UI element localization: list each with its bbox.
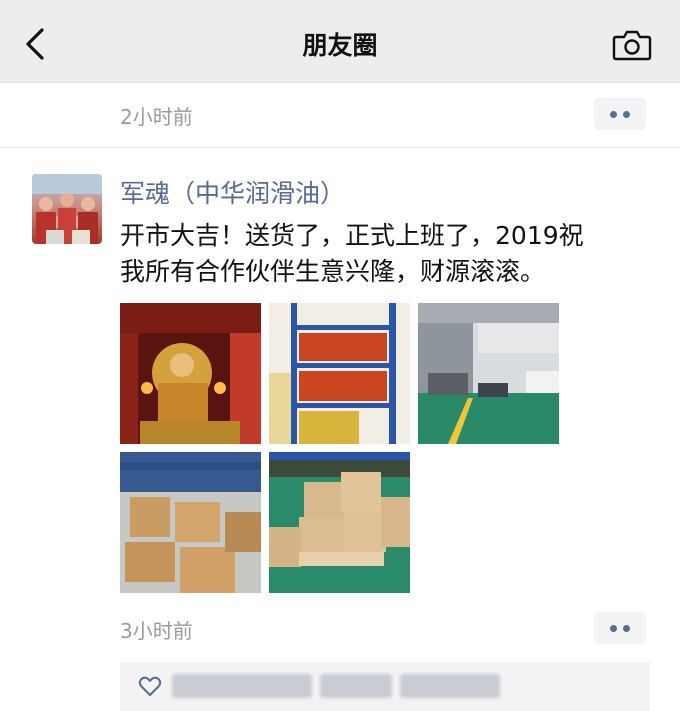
liker-name-blurred[interactable] bbox=[400, 674, 500, 698]
dot-icon bbox=[610, 624, 617, 632]
avatar[interactable] bbox=[32, 174, 102, 244]
shrine-photo bbox=[120, 303, 261, 444]
prev-post-time: 2小时前 bbox=[120, 105, 193, 129]
post-divider bbox=[0, 147, 680, 148]
garage-photo bbox=[418, 303, 559, 444]
warehouse-boxes-photo bbox=[120, 452, 261, 593]
post-text: 开市大吉！送货了，正式上班了，2019祝 我所有合作伙伴生意兴隆，财源滚滚。 bbox=[120, 221, 584, 286]
camera-icon[interactable] bbox=[612, 28, 652, 62]
top-navbar: 朋友圈 bbox=[0, 0, 680, 83]
post-more-button[interactable] bbox=[594, 612, 646, 644]
dot-icon bbox=[610, 110, 617, 118]
post-photo-5[interactable] bbox=[269, 452, 410, 593]
post-photo-4[interactable] bbox=[120, 452, 261, 593]
post-username[interactable]: 军魂（中华润滑油） bbox=[120, 174, 345, 210]
avatar-image bbox=[32, 174, 102, 244]
stacked-boxes-photo bbox=[269, 452, 410, 593]
liker-name-blurred[interactable] bbox=[172, 674, 312, 698]
dot-icon bbox=[623, 624, 630, 632]
heart-icon[interactable] bbox=[138, 675, 162, 697]
oil-shelf-photo bbox=[269, 303, 410, 444]
liker-name-blurred[interactable] bbox=[320, 674, 392, 698]
page-title: 朋友圈 bbox=[302, 31, 378, 60]
like-bar bbox=[120, 662, 650, 711]
dot-icon bbox=[623, 110, 630, 118]
post-photo-3[interactable] bbox=[418, 303, 559, 444]
post-photo-1[interactable] bbox=[120, 303, 261, 444]
post-photo-2[interactable] bbox=[269, 303, 410, 444]
prev-post-more-button[interactable] bbox=[594, 98, 646, 130]
post-time: 3小时前 bbox=[120, 619, 193, 643]
